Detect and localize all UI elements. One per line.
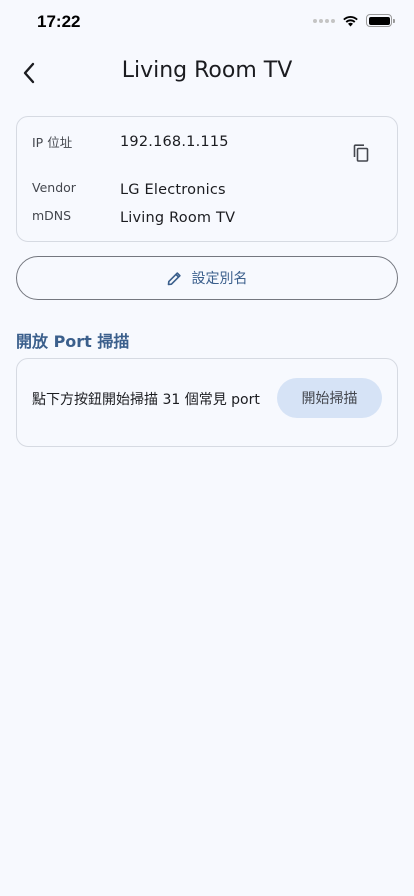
chevron-left-icon — [23, 62, 35, 84]
copy-ip-button[interactable] — [347, 139, 375, 167]
vendor-value: LG Electronics — [120, 182, 226, 198]
port-scan-description: 點下方按鈕開始掃描 31 個常見 port — [32, 392, 260, 408]
wifi-icon — [343, 15, 358, 26]
status-time: 17:22 — [37, 12, 81, 31]
battery-icon — [366, 14, 395, 27]
device-info-card: IP 位址 192.168.1.115 Vendor LG Electronic… — [16, 116, 398, 242]
status-icons — [313, 14, 395, 27]
cellular-signal-icon — [313, 18, 335, 23]
port-scan-card: 點下方按鈕開始掃描 31 個常見 port 開始掃描 — [16, 358, 398, 447]
app-bar: Living Room TV — [0, 50, 414, 96]
set-alias-button[interactable]: 設定別名 — [16, 256, 398, 300]
status-bar: 17:22 — [0, 0, 414, 44]
ip-value: 192.168.1.115 — [120, 134, 229, 150]
page-title: Living Room TV — [121, 58, 293, 83]
back-button[interactable] — [12, 56, 46, 90]
mdns-label: mDNS — [32, 208, 72, 223]
ip-label: IP 位址 — [32, 135, 73, 150]
pencil-icon — [167, 271, 181, 285]
start-scan-button[interactable]: 開始掃描 — [277, 378, 382, 418]
port-scan-section-title: 開放 Port 掃描 — [16, 332, 130, 351]
mdns-value: Living Room TV — [120, 210, 236, 226]
copy-icon — [353, 144, 369, 162]
vendor-label: Vendor — [32, 180, 76, 195]
set-alias-label: 設定別名 — [191, 271, 248, 287]
